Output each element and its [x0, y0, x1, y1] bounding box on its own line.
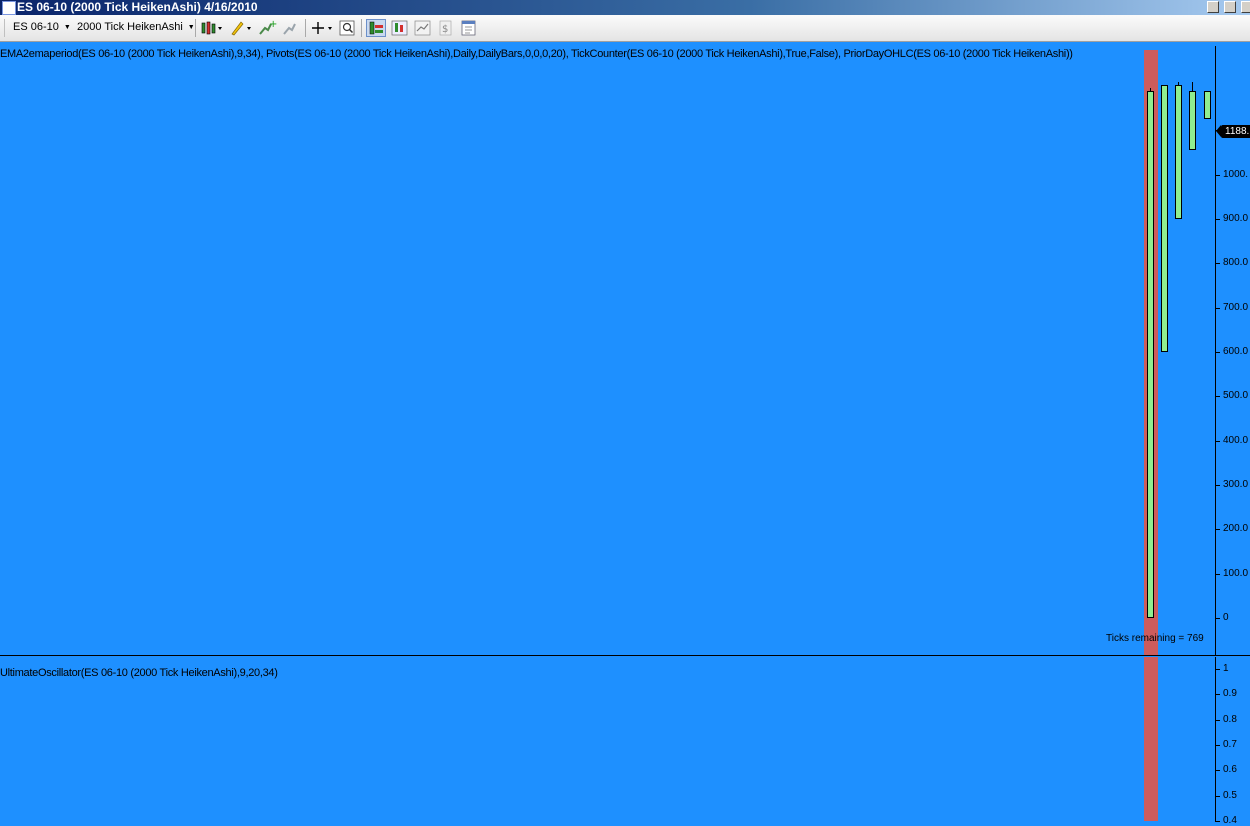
data-box-icon[interactable]: [460, 19, 478, 37]
current-price-marker: 1188.: [1215, 125, 1250, 138]
maximize-button[interactable]: [1241, 1, 1250, 13]
window-title: ES 06-10 (2000 Tick HeikenAshi) 4/16/201…: [17, 0, 258, 14]
price-panel[interactable]: EMA2emaperiod(ES 06-10 (2000 Tick Heiken…: [0, 42, 1250, 656]
bar-type-icon[interactable]: [200, 19, 224, 37]
chart-toolbar: ES 06-10 ▼ 2000 Tick HeikenAshi ▼ + $: [0, 15, 1250, 42]
period-label: 2000 Tick HeikenAshi: [77, 21, 183, 33]
oscillator-axis-label: 0.6: [1223, 764, 1237, 776]
chart-style-icon[interactable]: [391, 19, 409, 37]
candle-body[interactable]: [1204, 91, 1211, 120]
price-axis-tick: [1215, 352, 1220, 354]
oscillator-axis-tick: [1215, 719, 1220, 721]
svg-text:$: $: [442, 24, 448, 35]
oscillator-axis-tick: [1215, 694, 1220, 696]
price-axis-tick: [1215, 263, 1220, 265]
price-axis-label: 300.0: [1223, 479, 1249, 490]
dollar-icon[interactable]: $: [437, 19, 455, 37]
oscillator-axis-label: 0.7: [1223, 738, 1237, 750]
price-axis-tick: [1215, 529, 1220, 531]
instrument-label: ES 06-10: [13, 21, 59, 33]
candle-body[interactable]: [1161, 84, 1168, 352]
indicator-panel[interactable]: UltimateOscillator(ES 06-10 (2000 Tick H…: [0, 657, 1250, 826]
minimize-button[interactable]: [1224, 1, 1236, 13]
price-axis-tick: [1215, 307, 1220, 309]
price-axis-tick: [1215, 618, 1220, 619]
toolbar-grip: [4, 19, 5, 37]
candle-body[interactable]: [1189, 91, 1196, 151]
price-axis-label: 100.0: [1223, 567, 1249, 579]
period-dropdown[interactable]: 2000 Tick HeikenAshi ▼: [77, 21, 195, 33]
candle-body[interactable]: [1147, 91, 1154, 618]
oscillator-axis-tick: [1215, 744, 1220, 746]
zoom-icon[interactable]: [339, 19, 357, 37]
price-axis-label: 200.0: [1223, 523, 1249, 535]
price-axis-label: 700.0: [1223, 301, 1249, 313]
price-axis-label: 400.0: [1223, 434, 1249, 446]
oscillator-axis-label: 1: [1223, 663, 1229, 674]
price-axis-label: 500.0: [1223, 390, 1249, 402]
price-axis-label: 900.0: [1223, 213, 1249, 225]
price-axis-tick: [1215, 485, 1220, 486]
oscillator-axis-tick: [1215, 795, 1220, 797]
price-axis-tick: [1215, 573, 1220, 575]
indicator-panel-label: UltimateOscillator(ES 06-10 (2000 Tick H…: [0, 667, 278, 679]
chevron-down-icon: ▼: [63, 23, 71, 31]
panel-divider[interactable]: [0, 655, 1250, 656]
oscillator-axis-tick: [1215, 770, 1220, 772]
price-axis-label: 600.0: [1223, 346, 1249, 358]
oscillator-axis-label: 0.5: [1223, 789, 1237, 801]
toolbar-separator: [305, 19, 306, 37]
candle-body[interactable]: [1175, 84, 1182, 220]
price-axis-tick: [1215, 174, 1220, 176]
chevron-down-icon: ▼: [187, 23, 195, 31]
properties-icon[interactable]: [366, 19, 386, 37]
svg-text:+: +: [269, 19, 277, 30]
crosshair-icon[interactable]: [310, 19, 334, 37]
oscillator-axis-label: 0.9: [1223, 688, 1237, 700]
price-panel-indicator-label: EMA2emaperiod(ES 06-10 (2000 Tick Heiken…: [0, 48, 1073, 60]
window-title-bar: ES 06-10 (2000 Tick HeikenAshi) 4/16/201…: [0, 0, 1250, 15]
app-icon: [2, 1, 16, 15]
oscillator-axis-label: 0.4: [1223, 814, 1237, 826]
price-axis-tick: [1215, 396, 1220, 398]
session-break-band: [1144, 657, 1158, 821]
toolbar-separator: [195, 19, 196, 37]
oscillator-axis-label: 0.8: [1223, 713, 1237, 725]
ticks-remaining-label: Ticks remaining = 769: [1106, 633, 1204, 644]
price-axis-line: [1215, 46, 1216, 656]
price-axis-tick: [1215, 219, 1220, 221]
instrument-dropdown[interactable]: ES 06-10 ▼: [13, 21, 71, 33]
remove-indicator-icon[interactable]: [281, 19, 301, 37]
price-axis-label: 0: [1223, 612, 1229, 623]
price-axis-tick: [1215, 440, 1220, 442]
oscillator-axis-tick: [1215, 669, 1220, 670]
toolbar-separator: [361, 19, 362, 37]
chart-trader-icon[interactable]: [414, 19, 432, 37]
add-indicator-icon[interactable]: +: [257, 19, 277, 37]
drawing-tool-icon[interactable]: [229, 19, 253, 37]
restore-button[interactable]: [1207, 1, 1219, 13]
price-axis-label: 800.0: [1223, 257, 1249, 269]
price-axis-label: 1000.: [1223, 168, 1249, 180]
